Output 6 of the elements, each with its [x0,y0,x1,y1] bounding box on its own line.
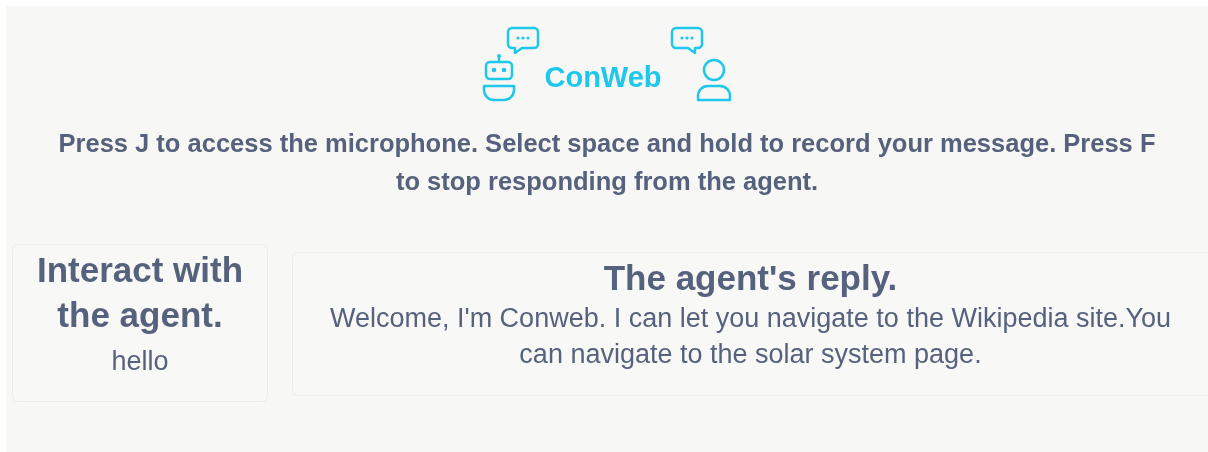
panel-title: The agent's reply. [602,257,899,299]
agent-message: Welcome, I'm Conweb. I can let you navigate to the Wikipedia site.You can navigate to the solar system page. [328,302,1173,371]
user-message: hello [110,345,170,378]
panel-title: Interact with the agent. [35,249,245,336]
instructions-text: Press J to access the microphone. Select space and hold to record your message. Press F to stop responding from the agent. [57,128,1157,197]
logo-text: ConWeb [544,61,662,94]
